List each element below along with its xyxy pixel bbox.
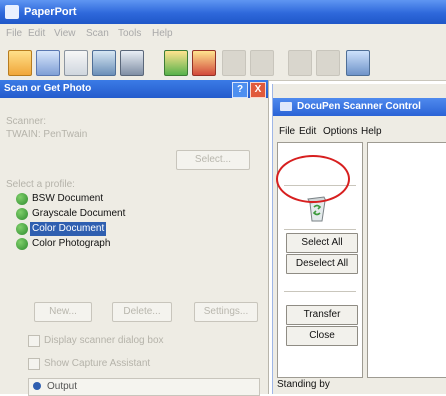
scan-panel: Scan or Get Photo ? X Scanner: TWAIN: Pe… xyxy=(0,80,269,396)
settings-button[interactable]: Settings... xyxy=(194,302,258,322)
select-all-button[interactable]: Select All xyxy=(286,233,358,253)
menu-view[interactable]: View xyxy=(54,28,76,39)
toolbar xyxy=(0,44,446,81)
divider xyxy=(284,291,356,292)
docupen-title: DocuPen Scanner Control xyxy=(297,101,421,112)
docupen-preview-pane xyxy=(367,142,446,378)
divider xyxy=(284,229,356,230)
new-profile-button[interactable]: New... xyxy=(34,302,92,322)
delete-profile-button[interactable]: Delete... xyxy=(112,302,172,322)
profile-bullet-icon xyxy=(16,223,28,235)
disabled-icon-3 xyxy=(288,50,312,76)
scan-panel-title: Scan or Get Photo xyxy=(4,83,92,94)
profile-label-text: Color Document xyxy=(30,222,107,236)
menu-edit[interactable]: Edit xyxy=(28,28,45,39)
close-docupen-button[interactable]: Close xyxy=(286,326,358,346)
close-button[interactable]: X xyxy=(250,82,266,98)
disabled-icon-4 xyxy=(316,50,340,76)
profile-label-text: BSW Document xyxy=(32,193,104,204)
menu-tools[interactable]: Tools xyxy=(118,28,141,39)
disabled-icon-2 xyxy=(250,50,274,76)
status-bar: Standing by xyxy=(273,374,446,394)
paperport-logo-icon xyxy=(5,5,19,19)
profile-icon[interactable] xyxy=(120,50,144,76)
profile-label-text: Color Photograph xyxy=(32,238,111,249)
share-icon[interactable] xyxy=(192,50,216,76)
output-label: Output xyxy=(47,381,78,392)
output-section[interactable]: Output xyxy=(28,378,260,396)
app-title: PaperPort xyxy=(24,6,77,18)
disabled-icon-1 xyxy=(222,50,246,76)
scan-panel-header: Scan or Get Photo ? X xyxy=(0,80,268,98)
menu-bar: File Edit View Scan Tools Help xyxy=(0,24,446,44)
window-icon[interactable] xyxy=(346,50,370,76)
deselect-all-button[interactable]: Deselect All xyxy=(286,254,358,274)
docupen-menu-options[interactable]: Options xyxy=(323,126,357,137)
view-icon[interactable] xyxy=(92,50,116,76)
capture-assistant-label: Show Capture Assistant xyxy=(44,358,151,369)
scanner-value: TWAIN: PenTwain xyxy=(6,129,88,140)
page-icon[interactable] xyxy=(64,50,88,76)
docupen-menu-edit[interactable]: Edit xyxy=(299,126,316,137)
highlight-circle xyxy=(276,155,350,203)
transfer-button[interactable]: Transfer xyxy=(286,305,358,325)
scanner-label: Scanner: xyxy=(6,116,47,127)
profile-bullet-icon xyxy=(16,193,28,205)
docupen-window: DocuPen Scanner Control File Edit Option… xyxy=(272,84,446,394)
menu-file[interactable]: File xyxy=(6,28,22,39)
profile-label-text: Grayscale Document xyxy=(32,208,126,219)
docupen-titlebar: DocuPen Scanner Control xyxy=(273,98,446,116)
docupen-window-icon xyxy=(280,102,292,111)
profile-list: BSW Document Grayscale Document Color Do… xyxy=(16,192,256,292)
select-scanner-button[interactable]: Select... xyxy=(176,150,250,170)
menu-scan[interactable]: Scan xyxy=(86,28,109,39)
scan-icon[interactable] xyxy=(36,50,60,76)
profile-label: Select a profile: xyxy=(6,179,75,190)
help-button[interactable]: ? xyxy=(232,82,248,98)
profile-bullet-icon xyxy=(16,208,28,220)
app-titlebar: PaperPort xyxy=(0,0,446,24)
status-text: Standing by xyxy=(277,379,330,390)
expand-icon xyxy=(33,382,41,390)
docupen-menu-help[interactable]: Help xyxy=(361,126,382,137)
capture-assistant-checkbox[interactable] xyxy=(28,358,40,370)
display-dialog-checkbox[interactable] xyxy=(28,335,40,347)
menu-help[interactable]: Help xyxy=(152,28,173,39)
display-dialog-label: Display scanner dialog box xyxy=(44,335,164,346)
folder-icon[interactable] xyxy=(164,50,188,76)
docupen-menu-file[interactable]: File xyxy=(279,126,295,137)
profile-bullet-icon xyxy=(16,238,28,250)
new-document-icon[interactable] xyxy=(8,50,32,76)
